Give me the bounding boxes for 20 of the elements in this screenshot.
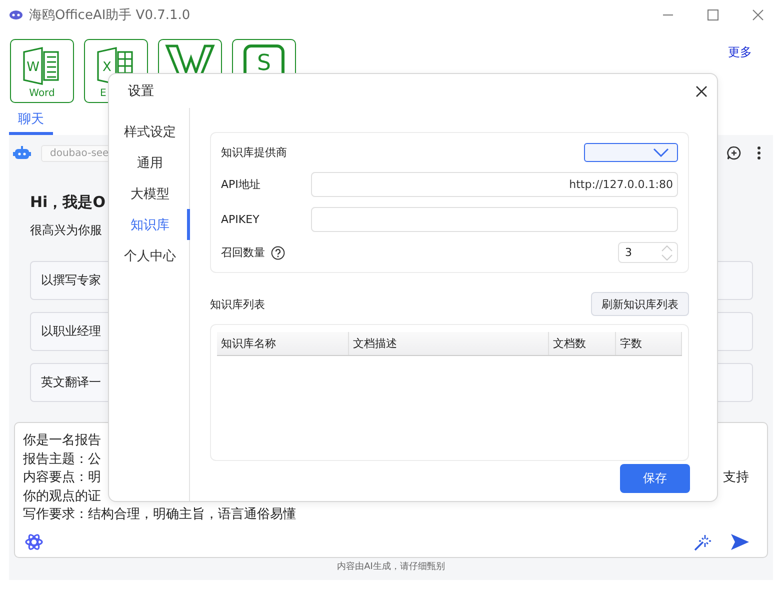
field-label: 知识库提供商: [221, 144, 288, 160]
input-text-line: 内容要点：明: [23, 469, 101, 488]
column-header: 文档数: [549, 332, 616, 355]
column-header: 文档描述: [349, 332, 549, 355]
input-text-line: 写作要求：结构合理，明确主旨，语言通俗易懂: [23, 506, 296, 524]
greeting-text: 很高兴为你服: [30, 222, 102, 239]
field-label: 召回数量: [221, 245, 265, 260]
section-title: 知识库列表: [210, 296, 265, 312]
field-label: API地址: [221, 177, 262, 192]
greeting-heading: Hi，我是O: [30, 193, 106, 212]
column-header: 字数: [616, 332, 682, 355]
window-title: 海鸥OfficeAI助手 V0.7.1.0: [29, 7, 190, 24]
input-text-line: 你的观点的证: [23, 488, 101, 506]
input-text-line: 报告主题：公: [23, 450, 101, 469]
s-logo-icon: S: [242, 43, 286, 73]
disclaimer-text: 内容由AI生成，请仔细甄别: [336, 560, 446, 573]
input-text-fragment: 支持: [723, 469, 749, 488]
column-header: 知识库名称: [217, 332, 349, 355]
input-text-line: 你是一名报告: [23, 432, 101, 450]
field-label: APIKEY: [221, 213, 260, 226]
